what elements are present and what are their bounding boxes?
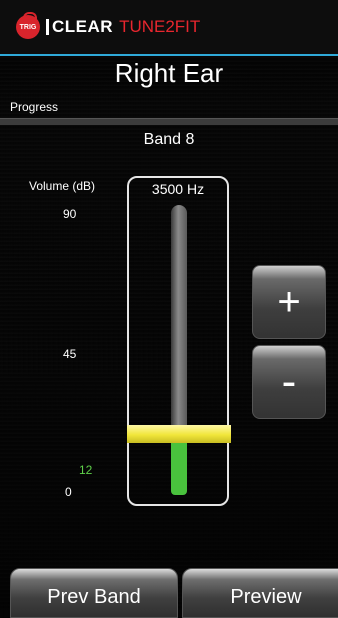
brand-divider — [46, 19, 49, 35]
progress-bar — [0, 118, 338, 125]
band-label: Band 8 — [143, 131, 195, 148]
volume-tick-45: 45 — [63, 347, 77, 361]
increase-volume-button[interactable]: + — [252, 265, 326, 339]
frequency-label: 3500 Hz — [151, 181, 205, 197]
decrease-volume-button[interactable]: - — [252, 345, 326, 419]
progress-label: Progress — [10, 100, 59, 114]
volume-slider-thumb[interactable] — [127, 425, 231, 444]
volume-current-value: 12 — [79, 463, 93, 477]
app-title-bar: TRIG CLEAR TUNE2FIT — [0, 0, 338, 56]
brand-logo-icon: TRIG — [16, 12, 40, 39]
page-title: Right Ear — [114, 58, 224, 88]
brand-main-text: CLEAR — [52, 17, 114, 36]
preview-button[interactable]: Preview — [182, 568, 338, 618]
volume-level-fill — [171, 443, 187, 495]
volume-tick-0: 0 — [65, 485, 72, 499]
brand-product-text: TUNE2FIT — [119, 17, 201, 36]
brand-name: CLEAR TUNE2FIT — [46, 17, 200, 37]
volume-tick-90: 90 — [63, 207, 77, 221]
volume-axis-label: Volume (dB) — [29, 179, 96, 193]
prev-band-button[interactable]: Prev Band — [10, 568, 178, 618]
